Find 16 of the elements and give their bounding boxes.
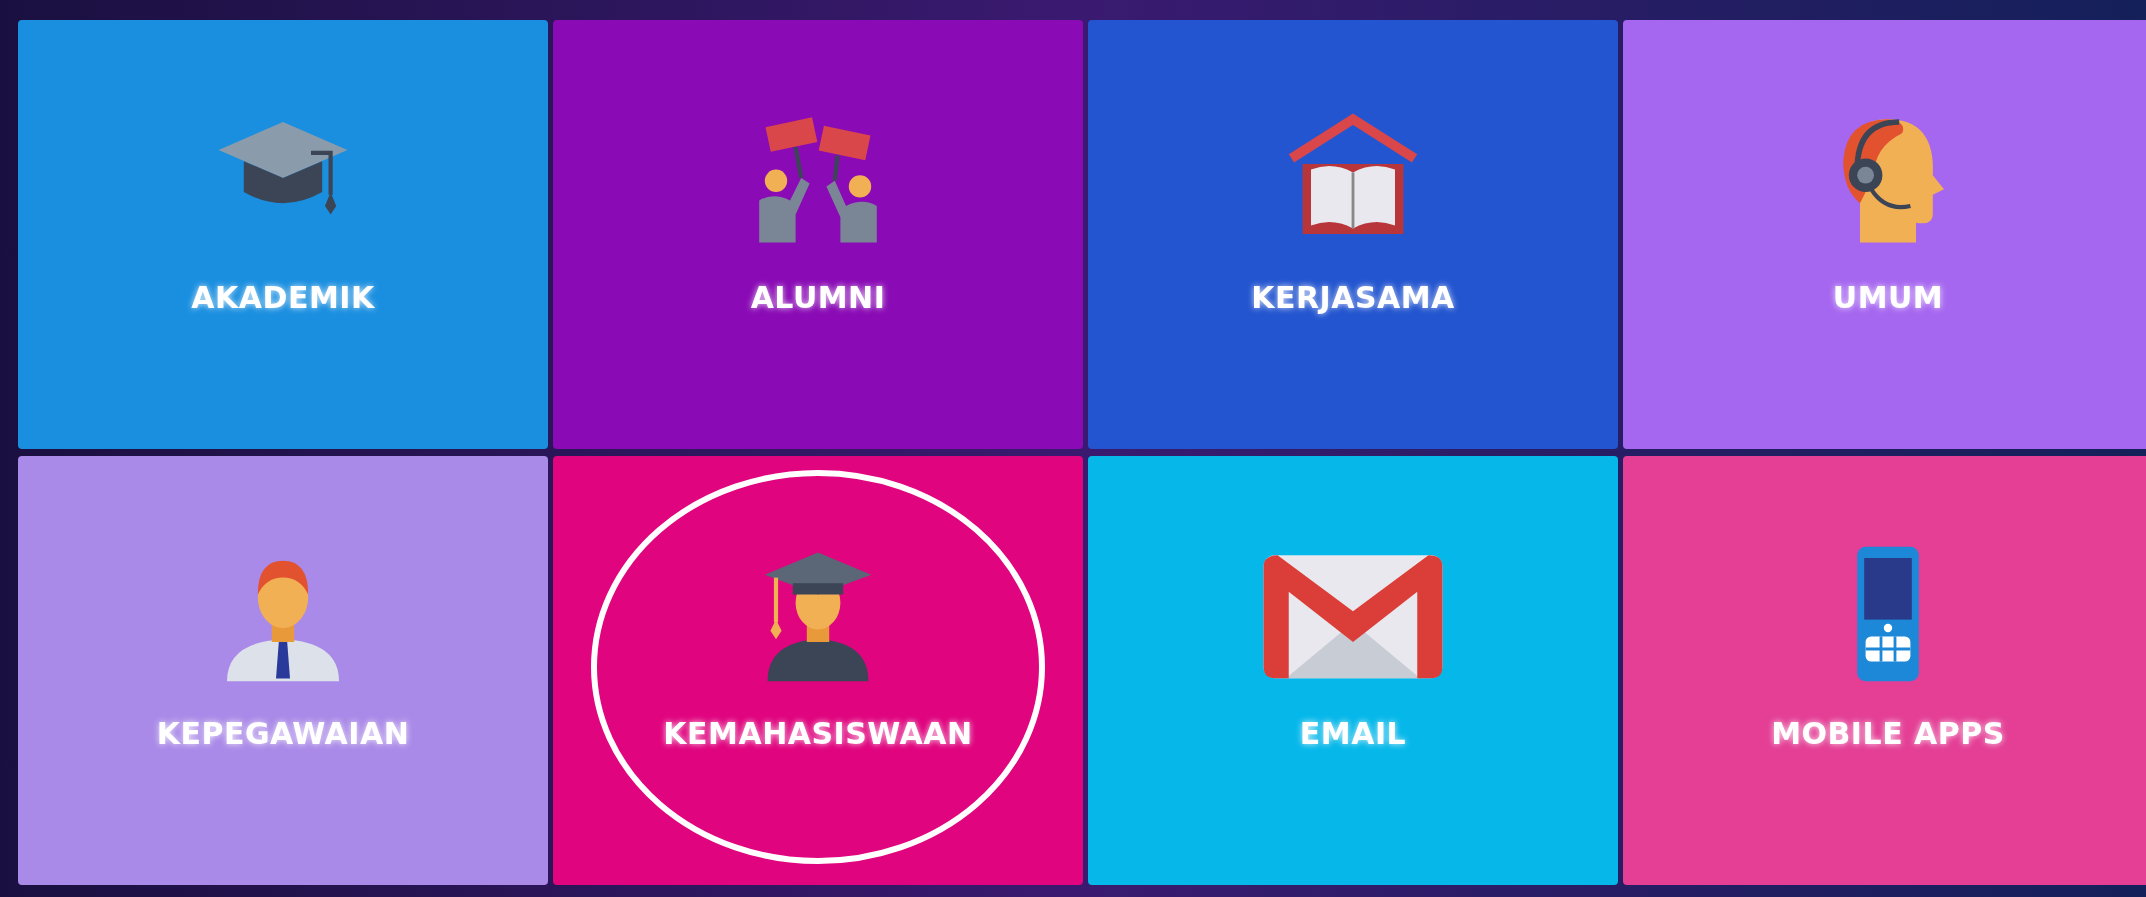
menu-tile[interactable]: KEMAHASISWAAN bbox=[553, 456, 1083, 885]
menu-tile[interactable]: ALUMNI bbox=[553, 20, 1083, 449]
tile-label: ALUMNI bbox=[750, 280, 886, 315]
tile-label: MOBILE APPS bbox=[1771, 716, 2005, 751]
tile-label: KEPEGAWAIAN bbox=[156, 716, 410, 751]
menu-tile[interactable]: UMUM bbox=[1623, 20, 2146, 449]
menu-tile[interactable]: AKADEMIK bbox=[18, 20, 548, 449]
menu-tile[interactable]: KEPEGAWAIAN bbox=[18, 456, 548, 885]
tile-label: KEMAHASISWAAN bbox=[663, 716, 973, 751]
menu-tile[interactable]: MOBILE APPS bbox=[1623, 456, 2146, 885]
tile-label: EMAIL bbox=[1299, 716, 1407, 751]
tile-label: KERJASAMA bbox=[1251, 280, 1455, 315]
tile-label: UMUM bbox=[1832, 280, 1944, 315]
menu-tile[interactable]: EMAIL bbox=[1088, 456, 1618, 885]
tile-label: AKADEMIK bbox=[191, 280, 375, 315]
menu-tile[interactable]: KERJASAMA bbox=[1088, 20, 1618, 449]
